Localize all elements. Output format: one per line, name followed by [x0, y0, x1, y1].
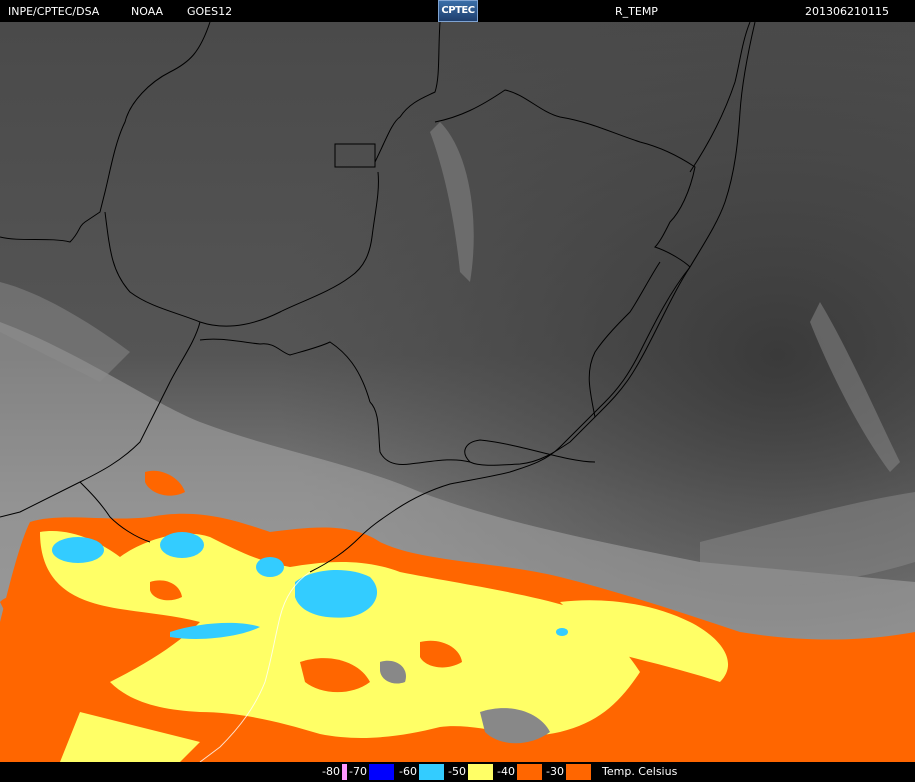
legend-item: -50 — [446, 764, 493, 780]
legend-item: -70 — [347, 764, 394, 780]
legend-swatch — [467, 764, 493, 780]
legend-value: -40 — [495, 764, 517, 780]
logo-text: CPTEC — [441, 5, 475, 16]
legend-swatch — [418, 764, 444, 780]
legend-swatch — [368, 764, 394, 780]
legend-item: -40 — [495, 764, 542, 780]
agency-label: NOAA — [131, 5, 164, 18]
color-legend: -80 -70 -60 -50 -40 -30 Temp. Celsius — [0, 762, 915, 782]
legend-item: -60 — [397, 764, 444, 780]
legend-swatch — [565, 764, 591, 780]
legend-item: -30 — [544, 764, 591, 780]
legend-value: -70 — [347, 764, 369, 780]
legend-value: -80 — [320, 764, 342, 780]
legend-unit-label: Temp. Celsius — [602, 765, 678, 778]
header-bar: INPE/CPTEC/DSA NOAA GOES12 CPTEC R_TEMP … — [0, 0, 915, 22]
legend-swatch — [516, 764, 542, 780]
legend-value: -50 — [446, 764, 468, 780]
cptec-logo: CPTEC — [438, 0, 478, 22]
org-label: INPE/CPTEC/DSA — [8, 5, 100, 18]
satellite-map-svg — [0, 22, 915, 762]
product-label: R_TEMP — [615, 5, 658, 18]
legend-value: -30 — [544, 764, 566, 780]
legend-value: -60 — [397, 764, 419, 780]
satellite-label: GOES12 — [187, 5, 233, 18]
datetime-label: 201306210115 — [805, 5, 889, 18]
satellite-image — [0, 22, 915, 762]
